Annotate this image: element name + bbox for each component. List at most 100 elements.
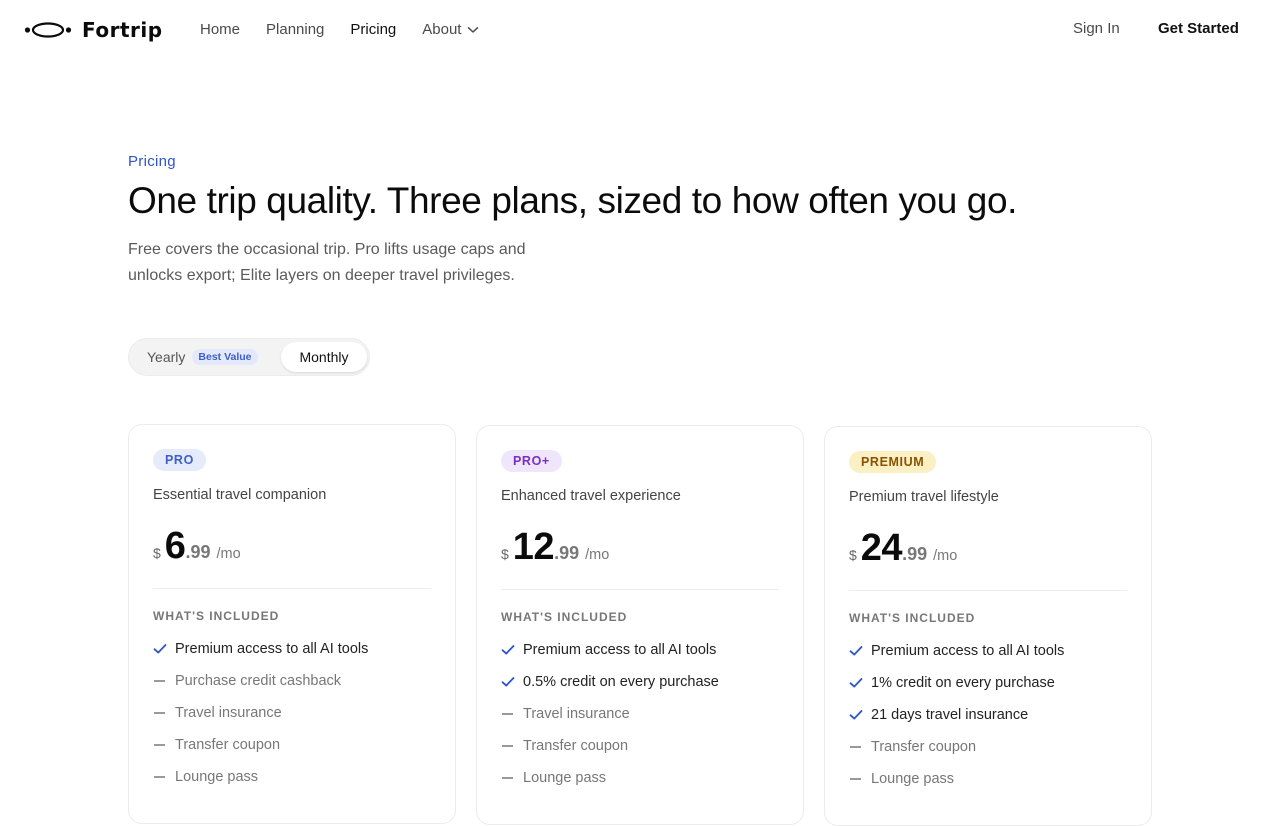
dash-icon bbox=[153, 712, 175, 714]
chevron-down-icon bbox=[467, 21, 479, 38]
dash-icon bbox=[501, 745, 523, 747]
get-started-button[interactable]: Get Started bbox=[1158, 20, 1239, 37]
dash-icon bbox=[849, 746, 871, 748]
plan-price: $6.99/mo bbox=[153, 525, 431, 568]
feature-label: Lounge pass bbox=[871, 771, 955, 787]
feature-label: Travel insurance bbox=[175, 705, 282, 721]
feature-item: 21 days travel insurance bbox=[849, 699, 1127, 731]
price-currency: $ bbox=[849, 547, 857, 563]
nav-item-label: Planning bbox=[266, 20, 325, 38]
included-heading: WHAT'S INCLUDED bbox=[153, 609, 280, 623]
check-icon bbox=[153, 643, 175, 655]
dash-icon bbox=[153, 776, 175, 778]
price-whole: 6 bbox=[164, 525, 186, 567]
plan-card-premium: PREMIUM Premium travel lifestyle $24.99/mo… bbox=[824, 426, 1152, 826]
check-icon bbox=[501, 676, 523, 688]
plan-card-pro: PRO Essential travel companion $6.99/mo WHA… bbox=[128, 424, 456, 824]
feature-item: Transfer coupon bbox=[849, 731, 1127, 763]
price-currency: $ bbox=[501, 546, 509, 562]
feature-item: 1% credit on every purchase bbox=[849, 667, 1127, 699]
nav-item-about[interactable]: About bbox=[422, 21, 479, 38]
plan-badge: PRO+ bbox=[501, 450, 562, 472]
billing-period-toggle: Yearly Best Value Monthly bbox=[128, 338, 370, 376]
price-cents: .99 bbox=[902, 544, 928, 564]
feature-item: Transfer coupon bbox=[153, 729, 431, 761]
feature-label: 1% credit on every purchase bbox=[871, 675, 1055, 691]
feature-label: Premium access to all AI tools bbox=[871, 643, 1065, 659]
feature-item: Travel insurance bbox=[501, 698, 779, 730]
best-value-badge: Best Value bbox=[192, 349, 258, 365]
feature-label: Premium access to all AI tools bbox=[523, 642, 717, 658]
dash-icon bbox=[153, 744, 175, 746]
nav-item-label: About bbox=[422, 20, 462, 38]
price-whole: 24 bbox=[860, 527, 903, 569]
feature-item: Lounge pass bbox=[501, 762, 779, 794]
billing-option-monthly[interactable]: Monthly bbox=[281, 342, 367, 372]
plan-card-pro-plus: PRO+ Enhanced travel experience $12.99/mo W… bbox=[476, 425, 804, 825]
price-currency: $ bbox=[153, 545, 161, 561]
feature-label: Lounge pass bbox=[523, 770, 607, 786]
dash-icon bbox=[153, 680, 175, 682]
check-icon bbox=[849, 645, 871, 657]
dash-icon bbox=[501, 713, 523, 715]
billing-option-label: Monthly bbox=[299, 349, 349, 365]
billing-option-yearly[interactable]: Yearly Best Value bbox=[147, 349, 258, 365]
sign-in-link[interactable]: Sign In bbox=[1073, 20, 1120, 37]
feature-list: Premium access to all AI tools 0.5% credi… bbox=[501, 634, 779, 794]
nav-item-pricing[interactable]: Pricing bbox=[350, 21, 396, 38]
feature-label: Transfer coupon bbox=[175, 737, 281, 753]
feature-label: Purchase credit cashback bbox=[175, 673, 342, 689]
billing-option-label: Yearly bbox=[147, 349, 186, 365]
check-icon bbox=[849, 677, 871, 689]
top-nav-bar: Fortrip Home Planning Pricing About Sign… bbox=[0, 0, 1280, 58]
feature-label: 0.5% credit on every purchase bbox=[523, 674, 719, 690]
feature-label: Lounge pass bbox=[175, 769, 259, 785]
feature-label: Transfer coupon bbox=[871, 739, 977, 755]
page-subtitle: Free covers the occasional trip. Pro lif… bbox=[128, 241, 526, 284]
nav-item-planning[interactable]: Planning bbox=[266, 21, 324, 38]
feature-item: Transfer coupon bbox=[501, 730, 779, 762]
check-icon bbox=[501, 644, 523, 656]
nav-item-label: Home bbox=[200, 20, 241, 38]
feature-list: Premium access to all AI tools 1% credit … bbox=[849, 635, 1127, 795]
price-cents: .99 bbox=[554, 543, 580, 563]
brand-logo[interactable]: Fortrip bbox=[24, 18, 163, 42]
main-nav: Home Planning Pricing About bbox=[200, 0, 505, 58]
feature-item: Lounge pass bbox=[849, 763, 1127, 795]
section-eyebrow: Pricing bbox=[128, 153, 176, 170]
feature-item: Lounge pass bbox=[153, 761, 431, 793]
nav-item-label: Pricing bbox=[350, 20, 397, 38]
feature-item: Purchase credit cashback bbox=[153, 665, 431, 697]
feature-label: Premium access to all AI tools bbox=[175, 641, 369, 657]
price-whole: 12 bbox=[512, 526, 555, 568]
divider bbox=[153, 588, 431, 589]
plan-price: $24.99/mo bbox=[849, 527, 1127, 570]
feature-list: Premium access to all AI tools Purchase c… bbox=[153, 633, 431, 793]
price-period: /mo bbox=[933, 548, 958, 564]
divider bbox=[501, 589, 779, 590]
logo-mark-icon bbox=[24, 20, 72, 40]
feature-item: Premium access to all AI tools bbox=[501, 634, 779, 666]
price-period: /mo bbox=[216, 546, 241, 562]
feature-item: Premium access to all AI tools bbox=[153, 633, 431, 665]
included-heading: WHAT'S INCLUDED bbox=[501, 610, 628, 624]
price-cents: .99 bbox=[185, 542, 211, 562]
check-icon bbox=[849, 709, 871, 721]
price-period: /mo bbox=[585, 547, 610, 563]
feature-label: Transfer coupon bbox=[523, 738, 629, 754]
plan-badge: PREMIUM bbox=[849, 451, 937, 473]
nav-item-home[interactable]: Home bbox=[200, 21, 240, 38]
dash-icon bbox=[849, 778, 871, 780]
feature-label: 21 days travel insurance bbox=[871, 707, 1029, 723]
feature-item: Travel insurance bbox=[153, 697, 431, 729]
plan-price: $12.99/mo bbox=[501, 526, 779, 569]
brand-name: Fortrip bbox=[82, 18, 163, 42]
plan-badge: PRO bbox=[153, 449, 206, 471]
feature-item: Premium access to all AI tools bbox=[849, 635, 1127, 667]
page-title: One trip quality. Three plans, sized to … bbox=[128, 180, 1018, 221]
divider bbox=[849, 590, 1127, 591]
plan-description: Enhanced travel experience bbox=[501, 488, 681, 504]
plan-description: Premium travel lifestyle bbox=[849, 489, 999, 505]
dash-icon bbox=[501, 777, 523, 779]
included-heading: WHAT'S INCLUDED bbox=[849, 611, 976, 625]
